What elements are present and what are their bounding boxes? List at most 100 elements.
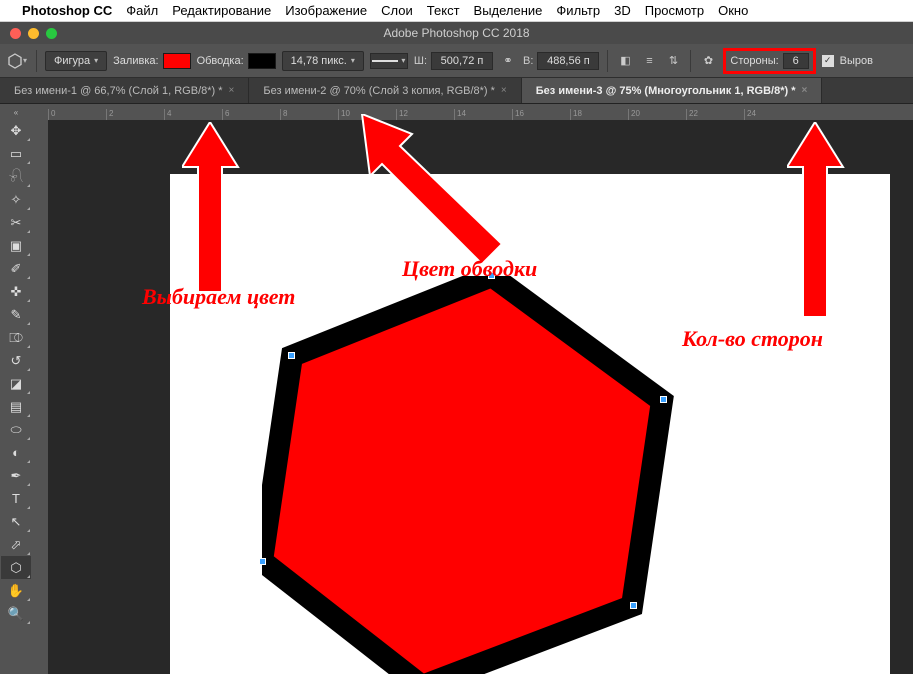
current-tool-icon[interactable]: ▾	[6, 50, 28, 72]
flyout-indicator-icon	[27, 621, 30, 624]
flyout-indicator-icon	[27, 598, 30, 601]
stroke-color-swatch[interactable]	[248, 53, 276, 69]
maximize-window-button[interactable]	[46, 28, 57, 39]
flyout-indicator-icon	[27, 138, 30, 141]
annotation-stroke-text: Цвет обводки	[402, 256, 537, 282]
flyout-indicator-icon	[27, 460, 30, 463]
brush-tool[interactable]: ✎	[1, 303, 31, 326]
lasso-tool[interactable]: 𓍯	[1, 165, 31, 188]
divider	[36, 50, 37, 72]
flyout-indicator-icon	[27, 506, 30, 509]
annotation-arrow	[182, 122, 252, 292]
stroke-style-dropdown[interactable]: ▾	[370, 53, 408, 69]
flyout-indicator-icon	[27, 207, 30, 210]
sides-field[interactable]	[783, 53, 809, 69]
path-select-tool[interactable]: ↖	[1, 510, 31, 533]
flyout-indicator-icon	[27, 368, 30, 371]
gradient-tool[interactable]: ▤	[1, 395, 31, 418]
align-edges-label: Выров	[840, 55, 873, 67]
blur-tool[interactable]: ⬭	[1, 418, 31, 441]
close-window-button[interactable]	[10, 28, 21, 39]
history-brush-tool[interactable]: ↺	[1, 349, 31, 372]
document-tab[interactable]: Без имени-1 @ 66,7% (Слой 1, RGB/8*) * ×	[0, 78, 249, 103]
divider	[690, 50, 691, 72]
fill-label: Заливка:	[113, 55, 158, 67]
tab-label: Без имени-1 @ 66,7% (Слой 1, RGB/8*) *	[14, 85, 223, 97]
flyout-indicator-icon	[27, 299, 30, 302]
transform-handle[interactable]	[660, 396, 667, 403]
eyedropper-tool[interactable]: ✐	[1, 257, 31, 280]
app-name[interactable]: Photoshop CC	[22, 3, 112, 18]
menu-file[interactable]: Файл	[126, 3, 158, 18]
close-tab-icon[interactable]: ×	[801, 85, 807, 96]
stroke-width-field[interactable]: 14,78 пикс. ▾	[282, 51, 364, 71]
menu-image[interactable]: Изображение	[285, 3, 367, 18]
path-operations-icon[interactable]: ◧	[616, 52, 634, 70]
menu-text[interactable]: Текст	[427, 3, 460, 18]
close-tab-icon[interactable]: ×	[501, 85, 507, 96]
menu-layers[interactable]: Слои	[381, 3, 413, 18]
minimize-window-button[interactable]	[28, 28, 39, 39]
shape-mode-label: Фигура	[54, 55, 90, 67]
eraser-tool[interactable]: ◪	[1, 372, 31, 395]
polygon-tool[interactable]: ⬡	[1, 556, 31, 579]
flyout-indicator-icon	[27, 345, 30, 348]
shape-mode-dropdown[interactable]: Фигура ▾	[45, 51, 107, 71]
menu-filter[interactable]: Фильтр	[556, 3, 600, 18]
flyout-indicator-icon	[27, 253, 30, 256]
gear-icon[interactable]: ✿	[699, 52, 717, 70]
move-tool[interactable]: ✥	[1, 119, 31, 142]
collapse-tools-icon[interactable]: «	[14, 108, 18, 117]
menu-select[interactable]: Выделение	[474, 3, 543, 18]
frame-tool[interactable]: ▣	[1, 234, 31, 257]
magic-wand-tool[interactable]: ✧	[1, 188, 31, 211]
flyout-indicator-icon	[27, 437, 30, 440]
direct-select-tool[interactable]: ⬀	[1, 533, 31, 556]
ruler-mark: 16	[512, 109, 570, 120]
ruler-mark: 6	[222, 109, 280, 120]
chevron-down-icon: ▾	[94, 56, 98, 65]
transform-handle[interactable]	[630, 602, 637, 609]
vertical-ruler	[32, 120, 48, 674]
height-field[interactable]	[537, 52, 599, 70]
type-tool[interactable]: T	[1, 487, 31, 510]
path-alignment-icon[interactable]: ≡	[640, 52, 658, 70]
pen-tool[interactable]: ✒	[1, 464, 31, 487]
menu-view[interactable]: Просмотр	[645, 3, 704, 18]
stroke-label: Обводка:	[197, 55, 244, 67]
canvas-area: 024681012141618202224 Выбираем цвет Цвет…	[32, 104, 913, 674]
dodge-tool[interactable]: ◐	[1, 441, 31, 464]
close-tab-icon[interactable]: ×	[229, 85, 235, 96]
menu-window[interactable]: Окно	[718, 3, 748, 18]
zoom-tool[interactable]: 🔍	[1, 602, 31, 625]
hand-tool[interactable]: ✋	[1, 579, 31, 602]
clone-stamp-tool[interactable]: ⎄	[1, 326, 31, 349]
ruler-mark: 4	[164, 109, 222, 120]
flyout-indicator-icon	[27, 483, 30, 486]
flyout-indicator-icon	[27, 230, 30, 233]
transform-handle[interactable]	[288, 352, 295, 359]
document-tab[interactable]: Без имени-2 @ 70% (Слой 3 копия, RGB/8*)…	[249, 78, 521, 103]
annotation-sides-text: Кол-во сторон	[682, 326, 823, 352]
healing-brush-tool[interactable]: ✜	[1, 280, 31, 303]
marquee-tool[interactable]: ▭	[1, 142, 31, 165]
document-tab[interactable]: Без имени-3 @ 75% (Многоугольник 1, RGB/…	[522, 78, 823, 103]
mac-menubar: Photoshop CC Файл Редактирование Изображ…	[0, 0, 913, 22]
width-label: Ш:	[414, 55, 427, 67]
path-arrangement-icon[interactable]: ⇅	[664, 52, 682, 70]
tab-label: Без имени-3 @ 75% (Многоугольник 1, RGB/…	[536, 85, 796, 97]
flyout-indicator-icon	[27, 414, 30, 417]
menu-3d[interactable]: 3D	[614, 3, 631, 18]
ruler-mark: 22	[686, 109, 744, 120]
crop-tool[interactable]: ✂	[1, 211, 31, 234]
transform-handle[interactable]	[259, 558, 266, 565]
align-edges-checkbox[interactable]: ✓	[822, 55, 834, 67]
menu-edit[interactable]: Редактирование	[172, 3, 271, 18]
fill-color-swatch[interactable]	[163, 53, 191, 69]
ruler-mark: 18	[570, 109, 628, 120]
link-dimensions-icon[interactable]: ⚭	[499, 52, 517, 70]
options-bar: ▾ Фигура ▾ Заливка: Обводка: 14,78 пикс.…	[0, 44, 913, 78]
window-title: Adobe Photoshop CC 2018	[383, 26, 529, 40]
width-field[interactable]	[431, 52, 493, 70]
polygon-shape[interactable]	[262, 276, 682, 674]
